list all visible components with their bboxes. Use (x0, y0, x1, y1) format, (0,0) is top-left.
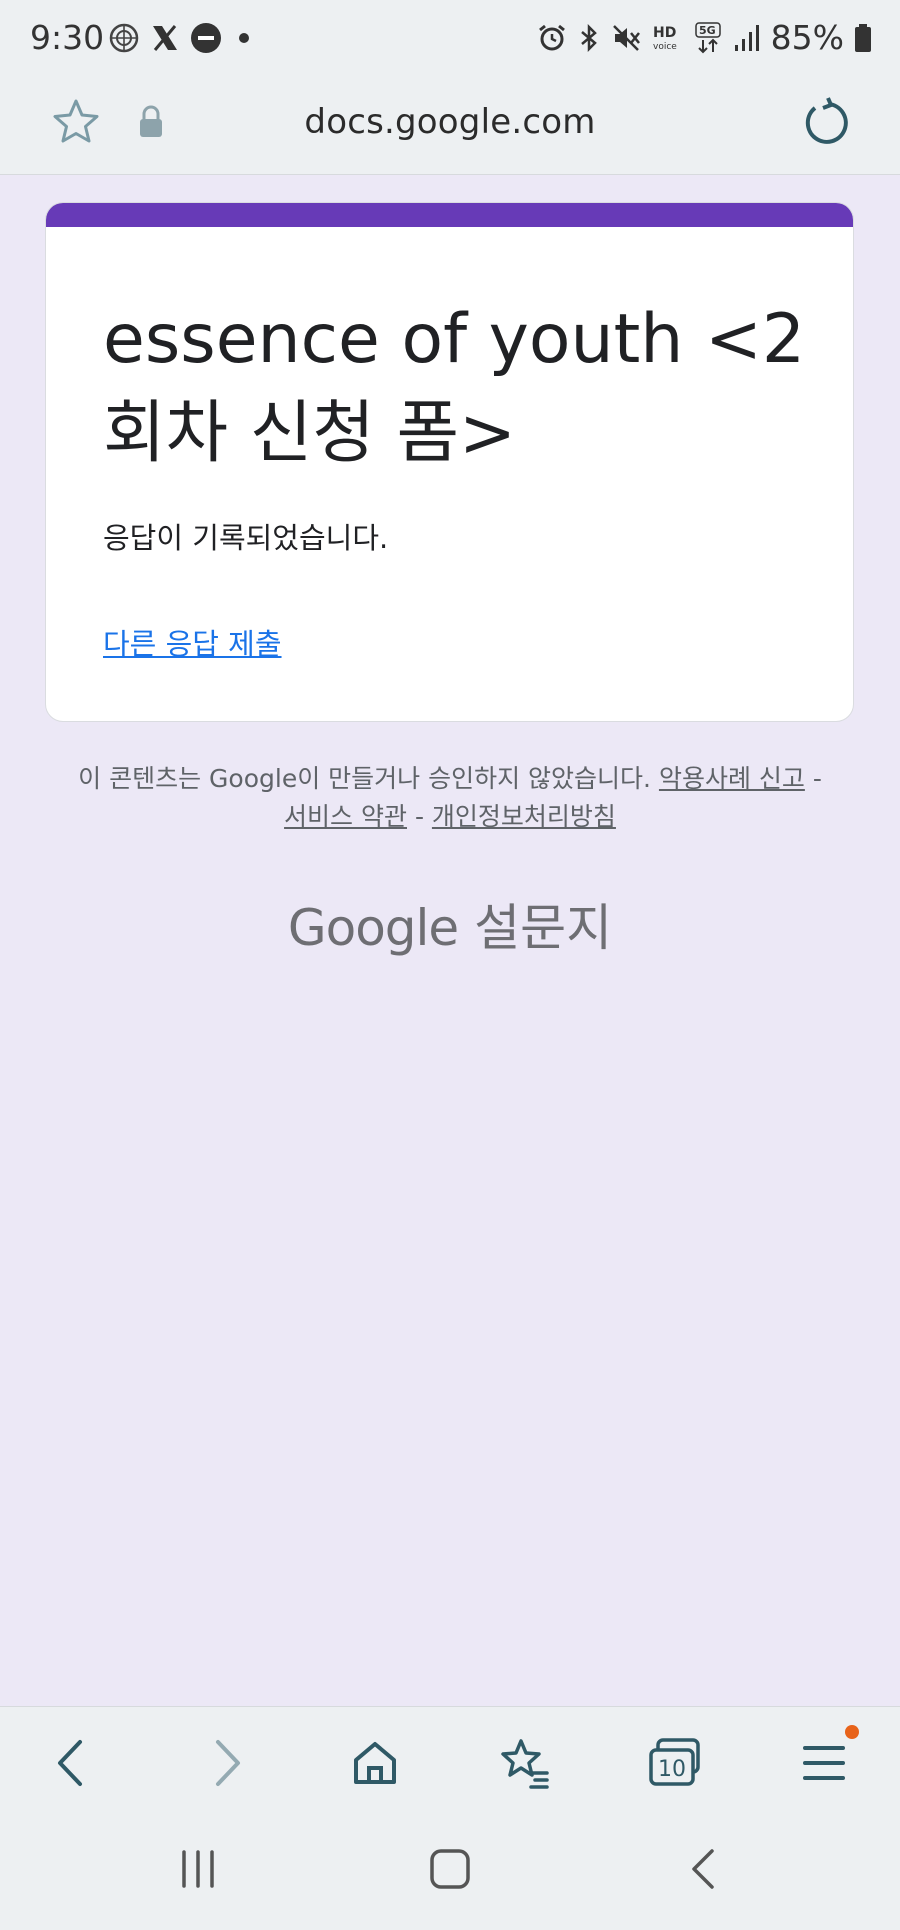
home-button[interactable] (343, 1731, 407, 1795)
hamburger-menu-icon (803, 1746, 845, 1780)
bluetooth-icon (580, 23, 597, 52)
tab-count: 10 (658, 1757, 686, 1782)
url-field[interactable]: docs.google.com (0, 102, 900, 142)
home-nav-button[interactable] (428, 1846, 472, 1897)
status-bar: 9:30 HD voice 5G 85% (0, 0, 900, 82)
alarm-icon (538, 24, 565, 50)
form-title: essence of youth <2회차 신청 폼> (103, 300, 806, 473)
reload-icon[interactable] (798, 96, 852, 155)
report-abuse-link[interactable]: 악용사례 신고 (659, 764, 805, 793)
menu-notification-badge (845, 1725, 859, 1739)
disclaimer-text: 이 콘텐츠는 Google이 만들거나 승인하지 않았습니다. (78, 764, 659, 793)
svg-text:voice: voice (653, 42, 677, 52)
hd-voice-icon: HD voice (653, 25, 677, 52)
bookmarks-star-list-icon (501, 1739, 549, 1789)
signal-icon (734, 24, 759, 51)
status-left-icons (108, 22, 256, 54)
mute-icon (612, 24, 640, 51)
do-not-disturb-icon (191, 23, 221, 53)
bookmarks-button[interactable] (493, 1731, 557, 1795)
x-icon (153, 25, 177, 51)
battery-icon (855, 23, 871, 52)
back-nav-button[interactable] (684, 1846, 724, 1897)
system-navigation-bar (0, 1818, 900, 1930)
status-time: 9:30 (30, 18, 105, 57)
forward-arrow-icon (216, 1740, 240, 1786)
back-button[interactable] (40, 1731, 104, 1795)
form-response-card: essence of youth <2회차 신청 폼> 응답이 기록되었습니다.… (45, 202, 854, 722)
google-forms-logo[interactable]: Google 설문지 (0, 888, 900, 960)
privacy-policy-link[interactable]: 개인정보처리방침 (432, 802, 616, 831)
svg-text:HD: HD (653, 25, 676, 41)
5g-icon: 5G (694, 21, 721, 53)
forms-wordmark: 설문지 (458, 899, 613, 957)
back-arrow-icon (58, 1740, 82, 1786)
home-icon (354, 1742, 396, 1784)
home-square-icon (430, 1849, 470, 1889)
recent-apps-icon (182, 1850, 214, 1888)
terms-of-service-link[interactable]: 서비스 약관 (284, 802, 407, 831)
separator: - (804, 764, 822, 793)
disclaimer: 이 콘텐츠는 Google이 만들거나 승인하지 않았습니다. 악용사례 신고 … (70, 760, 830, 836)
separator: - (407, 802, 432, 831)
browser-toolbar: 10 (0, 1706, 900, 1819)
card-accent-bar (46, 203, 853, 227)
back-chevron-icon (692, 1849, 714, 1889)
forward-button[interactable] (194, 1731, 258, 1795)
battery-percent: 85% (770, 18, 844, 57)
confirmation-message: 응답이 기록되었습니다. (103, 521, 389, 555)
vpn-globe-icon (109, 23, 139, 53)
dot-icon (239, 33, 249, 43)
tabs-button[interactable]: 10 (643, 1731, 707, 1795)
address-bar: docs.google.com (0, 82, 900, 175)
menu-button[interactable] (792, 1731, 856, 1795)
google-wordmark: Google (287, 899, 459, 957)
recent-apps-button[interactable] (176, 1846, 220, 1897)
status-right-icons: HD voice 5G 85% (537, 18, 872, 57)
submit-another-response-link[interactable]: 다른 응답 제출 (103, 621, 282, 663)
tabs-icon: 10 (649, 1738, 700, 1786)
svg-text:5G: 5G (699, 24, 716, 37)
